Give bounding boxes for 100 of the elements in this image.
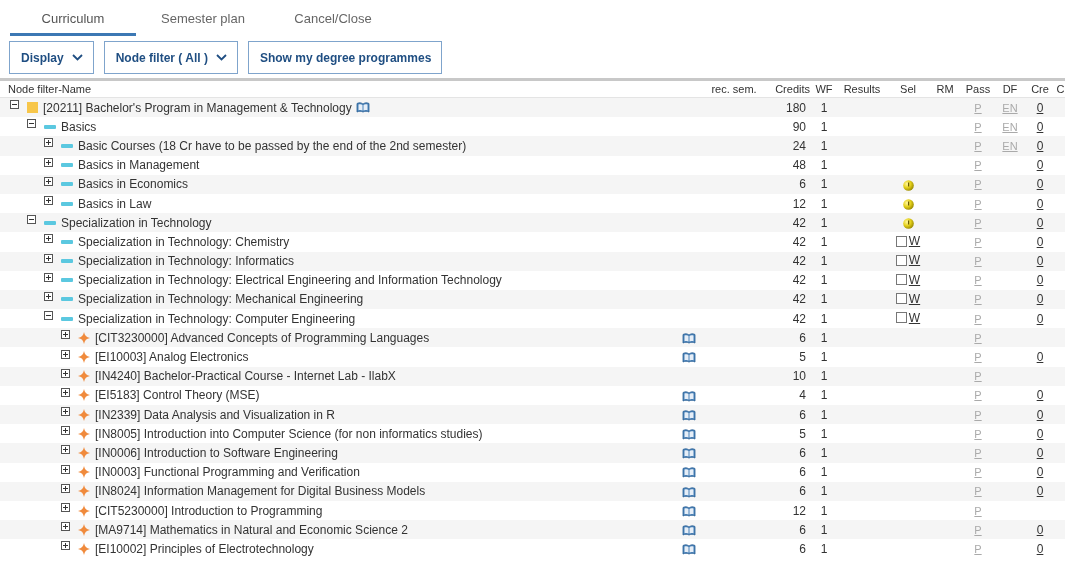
expand-icon[interactable] — [61, 464, 70, 474]
book-icon[interactable] — [682, 448, 696, 460]
column-header[interactable]: C — [1056, 83, 1065, 95]
dropdown-button[interactable]: Display — [9, 41, 94, 74]
book-icon[interactable] — [682, 333, 696, 345]
credits-link[interactable]: 0 — [1036, 541, 1044, 556]
tree-item-label[interactable]: Specialization in Technology: Mechanical Engineering — [78, 292, 364, 307]
tree-item-label[interactable]: Specialization in Technology: Chemistry — [78, 234, 290, 249]
column-header[interactable]: WF — [810, 83, 838, 95]
expand-icon[interactable] — [44, 253, 53, 263]
credits-link[interactable]: 0 — [1036, 350, 1044, 365]
tree-item-label[interactable]: [IN8024] Information Management for Digital Business Models — [95, 484, 426, 499]
credits-link[interactable]: 0 — [1036, 100, 1044, 115]
tab[interactable]: Curriculum — [10, 5, 136, 36]
expand-icon[interactable] — [61, 445, 70, 455]
collapse-icon[interactable] — [27, 119, 36, 129]
checkbox[interactable] — [895, 293, 907, 305]
book-icon[interactable] — [682, 467, 696, 479]
collapse-icon[interactable] — [10, 100, 19, 110]
expand-icon[interactable] — [44, 272, 53, 282]
tree-item-label[interactable]: [EI5183] Control Theory (MSE) — [95, 388, 260, 403]
expand-icon[interactable] — [61, 503, 70, 513]
credits-link[interactable]: 0 — [1036, 158, 1044, 173]
checkbox[interactable] — [895, 235, 907, 247]
tree-item-label[interactable]: [CIT3230000] Advanced Concepts of Programming Languages — [95, 330, 430, 345]
w-link[interactable]: W — [908, 291, 921, 306]
tree-item-label[interactable]: Specialization in Technology — [61, 215, 212, 230]
tree-item-label[interactable]: [IN4240] Bachelor-Practical Course - Internet Lab - IlabX — [95, 369, 396, 384]
tree-item-label[interactable]: Specialization in Technology: Computer Engineering — [78, 311, 356, 326]
tree-item-label[interactable]: Basic Courses (18 Cr have to be passed by the end of the 2nd semester) — [78, 138, 467, 153]
credits-link[interactable]: 0 — [1036, 426, 1044, 441]
expand-icon[interactable] — [61, 330, 70, 340]
expand-icon[interactable] — [61, 387, 70, 397]
tree-item-label[interactable]: [EI10003] Analog Electronics — [95, 350, 249, 365]
credits-link[interactable]: 0 — [1036, 138, 1044, 153]
w-link[interactable]: W — [908, 234, 921, 249]
expand-icon[interactable] — [61, 541, 70, 551]
tab[interactable]: Semester plan — [140, 5, 266, 36]
credits-link[interactable]: 0 — [1036, 311, 1044, 326]
expand-icon[interactable] — [61, 368, 70, 378]
expand-icon[interactable] — [61, 522, 70, 532]
column-header[interactable]: Results — [838, 83, 886, 95]
collapse-icon[interactable] — [44, 311, 53, 321]
tree-item-label[interactable]: Basics in Economics — [78, 177, 189, 192]
credits-link[interactable]: 0 — [1036, 388, 1044, 403]
column-header[interactable]: Cre — [1024, 83, 1056, 95]
credits-link[interactable]: 0 — [1036, 445, 1044, 460]
book-icon[interactable] — [682, 486, 696, 498]
credits-link[interactable]: 0 — [1036, 522, 1044, 537]
tree-item-label[interactable]: [IN2339] Data Analysis and Visualization in R — [95, 407, 335, 422]
w-link[interactable]: W — [908, 310, 921, 325]
expand-icon[interactable] — [44, 291, 53, 301]
expand-icon[interactable] — [61, 426, 70, 436]
column-header[interactable]: Pass — [960, 83, 996, 95]
collapse-icon[interactable] — [27, 215, 36, 225]
credits-link[interactable]: 0 — [1036, 407, 1044, 422]
tree-item-label[interactable]: [EI10002] Principles of Electrotechnology — [95, 541, 314, 556]
book-icon[interactable] — [682, 429, 696, 441]
tree-item-label[interactable]: [IN0003] Functional Programming and Verification — [95, 465, 360, 480]
book-icon[interactable] — [682, 544, 696, 556]
column-header[interactable]: rec. sem. — [700, 83, 768, 95]
expand-icon[interactable] — [44, 157, 53, 167]
tree-item-label[interactable]: Specialization in Technology: Electrical Engineering and Information Technology — [78, 273, 502, 288]
expand-icon[interactable] — [61, 407, 70, 417]
book-icon[interactable] — [682, 352, 696, 364]
credits-link[interactable]: 0 — [1036, 215, 1044, 230]
expand-icon[interactable] — [61, 349, 70, 359]
checkbox[interactable] — [895, 274, 907, 286]
tab[interactable]: Cancel/Close — [270, 5, 396, 36]
credits-link[interactable]: 0 — [1036, 273, 1044, 288]
credits-link[interactable]: 0 — [1036, 234, 1044, 249]
tree-item-label[interactable]: Basics in Management — [78, 158, 200, 173]
w-link[interactable]: W — [908, 253, 921, 268]
book-icon[interactable] — [682, 525, 696, 537]
expand-icon[interactable] — [61, 483, 70, 493]
tree-item-label[interactable]: [IN8005] Introduction into Computer Science (for non informatics studies) — [95, 426, 483, 441]
tree-item-label[interactable]: [MA9714] Mathematics in Natural and Economic Science 2 — [95, 522, 408, 537]
expand-icon[interactable] — [44, 234, 53, 244]
column-header[interactable]: Sel — [886, 83, 930, 95]
toolbar-button[interactable]: Show my degree programmes — [247, 41, 443, 74]
credits-link[interactable]: 0 — [1036, 177, 1044, 192]
w-link[interactable]: W — [908, 272, 921, 287]
column-header[interactable]: Credits — [768, 83, 810, 95]
book-icon[interactable] — [682, 390, 696, 402]
tree-item-label[interactable]: Specialization in Technology: Informatics — [78, 254, 294, 269]
tree-item-label[interactable]: [CIT5230000] Introduction to Programming — [95, 503, 323, 518]
credits-link[interactable]: 0 — [1036, 465, 1044, 480]
credits-link[interactable]: 0 — [1036, 254, 1044, 269]
tree-item-label[interactable]: [IN0006] Introduction to Software Engineering — [95, 445, 338, 460]
book-icon[interactable] — [355, 102, 370, 114]
expand-icon[interactable] — [44, 176, 53, 186]
credits-link[interactable]: 0 — [1036, 196, 1044, 211]
checkbox[interactable] — [895, 254, 907, 266]
column-header[interactable]: RM — [930, 83, 960, 95]
credits-link[interactable]: 0 — [1036, 119, 1044, 134]
expand-icon[interactable] — [44, 138, 53, 148]
column-header[interactable]: DF — [996, 83, 1024, 95]
credits-link[interactable]: 0 — [1036, 292, 1044, 307]
tree-item-label[interactable]: Basics in Law — [78, 196, 152, 211]
tree-item-label[interactable]: Basics — [61, 119, 97, 134]
